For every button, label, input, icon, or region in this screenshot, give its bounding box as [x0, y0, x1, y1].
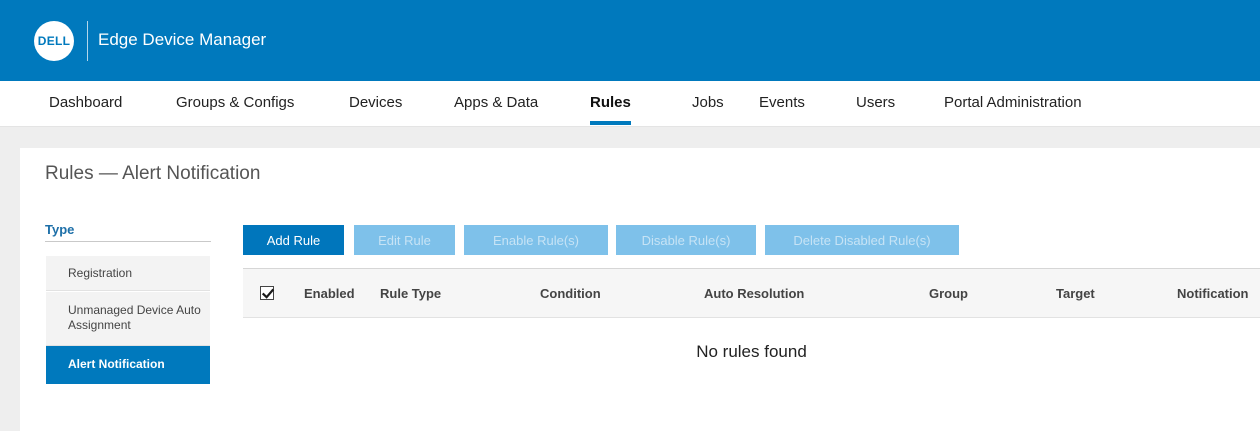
- nav-label: Events: [759, 94, 805, 111]
- nav-label: Users: [856, 94, 896, 111]
- nav-devices[interactable]: Devices: [349, 81, 402, 127]
- rules-table-header: Enabled Rule Type Condition Auto Resolut…: [243, 268, 1260, 318]
- nav-label: Dashboard: [49, 94, 123, 111]
- button-label: Disable Rule(s): [641, 233, 731, 248]
- column-header-condition[interactable]: Condition: [540, 286, 601, 301]
- page-title: Rules — Alert Notification: [45, 163, 261, 184]
- top-bar: DELL Edge Device Manager: [0, 0, 1260, 81]
- button-label: Add Rule: [266, 233, 321, 248]
- nav-apps-data[interactable]: Apps & Data: [454, 81, 538, 127]
- type-item-alert-notification[interactable]: Alert Notification: [46, 346, 210, 384]
- type-item-label: Unmanaged Device Auto: [68, 303, 201, 317]
- nav-users[interactable]: Users: [856, 81, 895, 127]
- empty-table-message: No rules found: [696, 342, 807, 361]
- type-item-unmanaged-device-auto-assignment[interactable]: Unmanaged Device Auto Assignment: [46, 292, 210, 346]
- disable-rules-button[interactable]: Disable Rule(s): [616, 225, 756, 255]
- dell-logo[interactable]: DELL: [34, 21, 74, 61]
- nav-label: Apps & Data: [454, 94, 539, 111]
- add-rule-button[interactable]: Add Rule: [243, 225, 344, 255]
- nav-dashboard[interactable]: Dashboard: [49, 81, 122, 127]
- column-header-target[interactable]: Target: [1056, 286, 1095, 301]
- type-divider: [45, 241, 211, 242]
- nav-events[interactable]: Events: [759, 81, 805, 127]
- delete-disabled-rules-button[interactable]: Delete Disabled Rule(s): [765, 225, 959, 255]
- button-label: Delete Disabled Rule(s): [793, 233, 931, 248]
- enable-rules-button[interactable]: Enable Rule(s): [464, 225, 608, 255]
- logo-text: DELL: [37, 34, 71, 48]
- column-header-rule-type[interactable]: Rule Type: [380, 286, 441, 301]
- type-item-registration[interactable]: Registration: [46, 256, 210, 291]
- column-header-enabled[interactable]: Enabled: [304, 286, 355, 301]
- button-label: Enable Rule(s): [493, 233, 579, 248]
- type-item-label: Registration: [68, 266, 133, 280]
- edit-rule-button[interactable]: Edit Rule: [354, 225, 455, 255]
- main-nav: Dashboard Groups & Configs Devices Apps …: [0, 81, 1260, 127]
- checkmark-icon: [261, 288, 275, 299]
- type-header: Type: [45, 222, 75, 237]
- app-title: Edge Device Manager: [98, 30, 267, 49]
- active-tab-indicator: [590, 121, 631, 125]
- column-header-auto-resolution[interactable]: Auto Resolution: [704, 286, 804, 301]
- nav-groups-configs[interactable]: Groups & Configs: [176, 81, 294, 127]
- nav-label: Groups & Configs: [176, 94, 295, 111]
- nav-label: Rules: [590, 94, 631, 111]
- button-label: Edit Rule: [378, 233, 431, 248]
- nav-rules[interactable]: Rules: [590, 81, 631, 127]
- column-header-group[interactable]: Group: [929, 286, 968, 301]
- type-item-label-line2: Assignment: [68, 318, 131, 332]
- rules-panel: Rules — Alert Notification Type Registra…: [20, 148, 1260, 431]
- type-item-label: Alert Notification: [68, 357, 165, 371]
- nav-jobs[interactable]: Jobs: [692, 81, 724, 127]
- nav-portal-administration[interactable]: Portal Administration: [944, 81, 1082, 127]
- nav-label: Devices: [349, 94, 403, 111]
- column-header-notification[interactable]: Notification: [1177, 286, 1249, 301]
- select-all-checkbox[interactable]: [260, 286, 275, 300]
- nav-label: Portal Administration: [944, 94, 1082, 111]
- logo-divider: [87, 21, 88, 61]
- nav-label: Jobs: [692, 94, 724, 111]
